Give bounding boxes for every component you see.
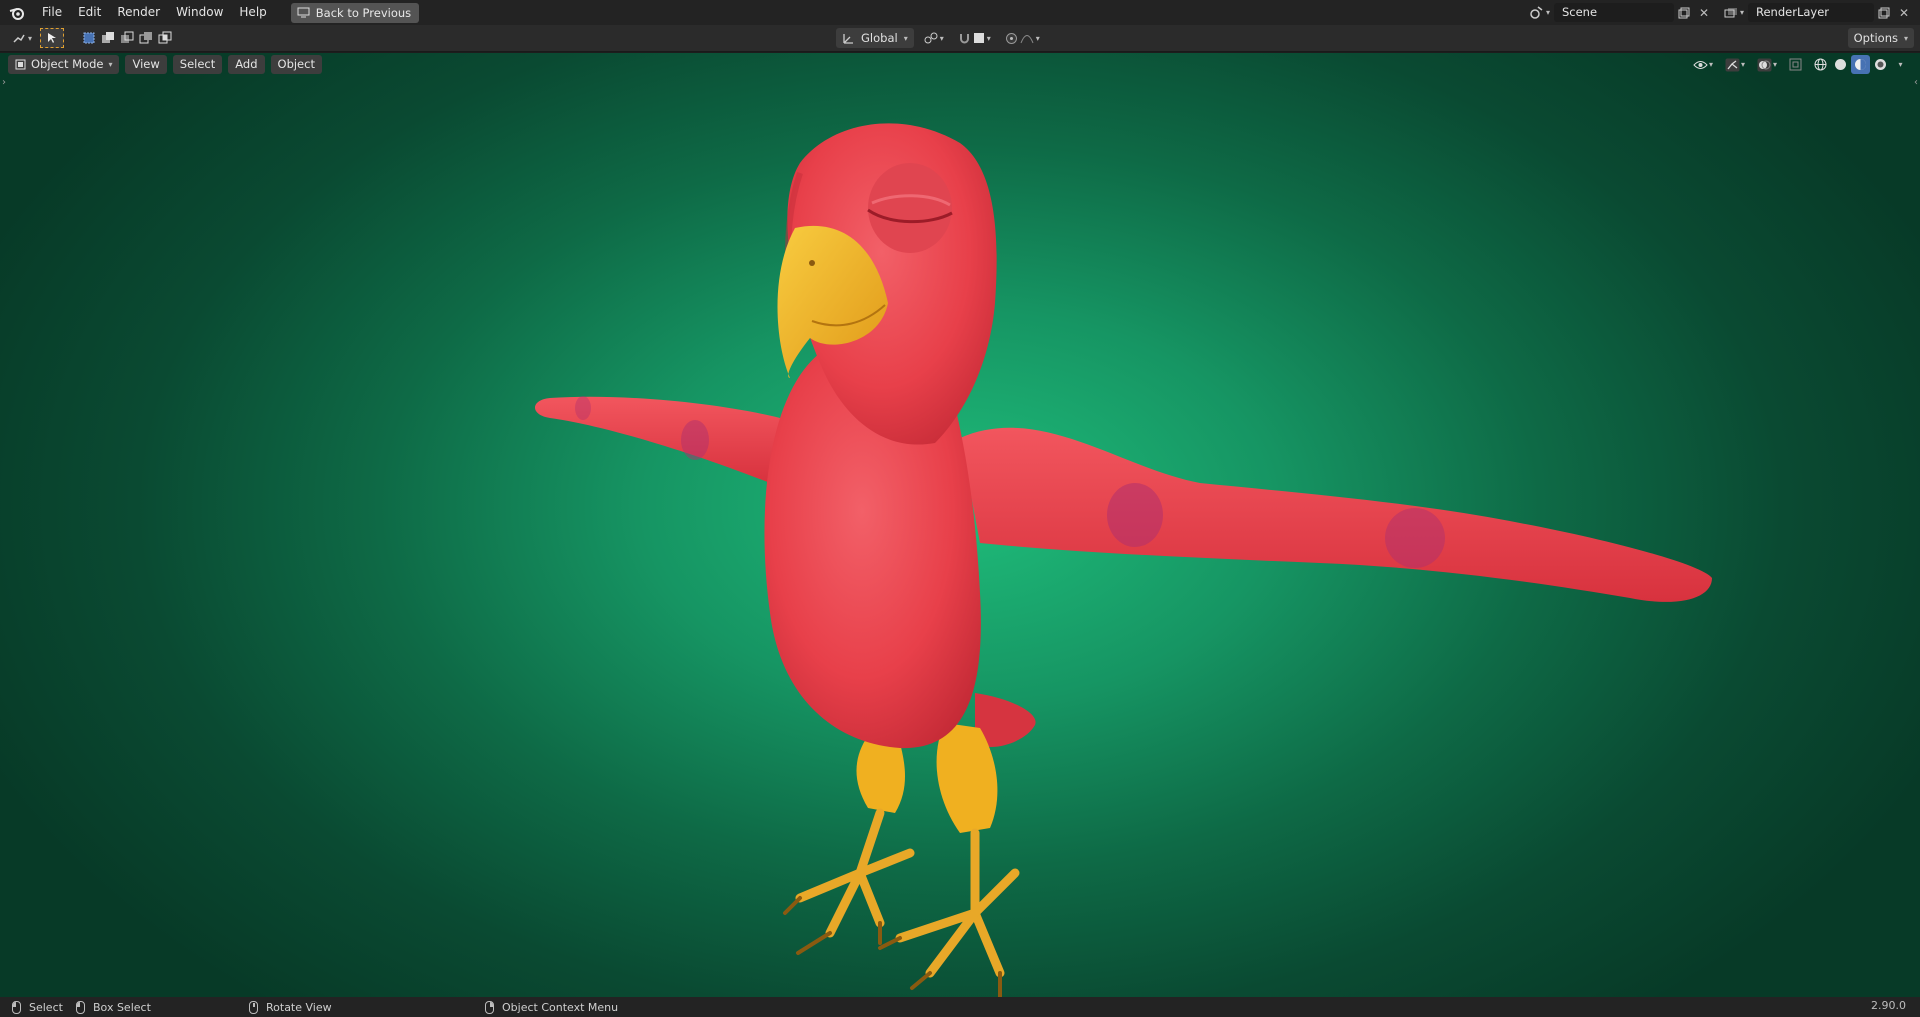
- editor-type-dropdown[interactable]: ▾: [8, 28, 36, 48]
- select-intersect-mode-icon[interactable]: [156, 28, 174, 48]
- status-rotate-view-hint: Rotate View: [249, 999, 332, 1015]
- overlays-toggle[interactable]: ▾: [1754, 55, 1780, 74]
- render-layer-field[interactable]: RenderLayer: [1748, 3, 1874, 22]
- render-layer-icon: [1724, 7, 1737, 17]
- xray-icon: [1789, 58, 1802, 71]
- select-tool-button[interactable]: [40, 28, 65, 48]
- options-label: Options: [1853, 31, 1898, 45]
- chevron-down-icon: ▾: [986, 33, 991, 43]
- right-mouse-icon: [485, 1000, 494, 1014]
- object-mode-dropdown[interactable]: Object Mode ▾: [8, 55, 120, 74]
- status-bar: Select Box Select Rotate View Object Con…: [0, 997, 1920, 1017]
- chevron-down-icon: ▾: [1708, 60, 1713, 69]
- chevron-down-icon: ▾: [939, 33, 944, 43]
- right-wing: [960, 427, 1712, 602]
- new-view-layer-icon[interactable]: [1874, 3, 1894, 22]
- status-context-menu-label: Object Context Menu: [502, 1000, 619, 1014]
- options-dropdown[interactable]: Options ▾: [1847, 28, 1914, 48]
- back-to-previous-label: Back to Previous: [315, 5, 412, 20]
- new-scene-icon[interactable]: [1674, 3, 1694, 22]
- cursor-arrow-icon: [48, 33, 57, 43]
- menu-select[interactable]: Select: [172, 55, 223, 74]
- blender-logo-icon[interactable]: [0, 0, 34, 25]
- gizmo-toggle[interactable]: ▾: [1722, 55, 1748, 74]
- falloff-icon: [1020, 35, 1034, 44]
- top-bar: File Edit Render Window Help Back to Pre…: [0, 0, 1920, 25]
- menu-file[interactable]: File: [34, 0, 70, 25]
- proportional-editing-toggle[interactable]: ▾: [1001, 28, 1044, 48]
- 3d-viewport[interactable]: › ‹ Object Mode ▾ View Select Add Object…: [0, 53, 1920, 997]
- chevron-down-icon: ▾: [1035, 33, 1040, 43]
- menu-edit[interactable]: Edit: [70, 0, 109, 25]
- chevron-down-icon: ▾: [1772, 60, 1777, 69]
- parrot-model[interactable]: [0, 53, 1920, 997]
- xray-toggle[interactable]: [1786, 55, 1805, 74]
- chevron-down-icon: ▾: [903, 33, 908, 43]
- version-label: 2.90.0: [1871, 999, 1906, 1012]
- select-new-mode-icon[interactable]: [80, 28, 98, 48]
- select-extend-mode-icon[interactable]: [99, 28, 117, 48]
- chevron-down-icon: ▾: [1740, 60, 1745, 69]
- material-preview-shading-icon[interactable]: [1851, 55, 1870, 74]
- status-box-select-hint: Box Select: [76, 999, 151, 1015]
- select-subtract-mode-icon[interactable]: [118, 28, 136, 48]
- transform-orientation-label: Global: [861, 31, 898, 45]
- tool-settings-header: ▾ Global ▾ ▾ ▾ ▾ Options ▾: [0, 25, 1920, 52]
- status-rotate-view-label: Rotate View: [266, 1000, 332, 1014]
- chevron-down-icon: ▾: [108, 60, 113, 69]
- left-mouse-icon: [12, 1000, 21, 1014]
- snap-increment-icon: [973, 33, 984, 43]
- status-select-hint: Select: [12, 999, 63, 1015]
- orientation-icon: [843, 33, 853, 44]
- status-box-select-label: Box Select: [93, 1000, 151, 1014]
- chevron-down-icon: ▾: [1903, 33, 1908, 43]
- menu-help[interactable]: Help: [231, 0, 274, 25]
- menu-view[interactable]: View: [125, 55, 167, 74]
- back-to-previous-button[interactable]: Back to Previous: [290, 2, 420, 23]
- shading-options-dropdown[interactable]: ▾: [1891, 55, 1910, 74]
- chevron-down-icon: ▾: [1545, 8, 1550, 17]
- pivot-icon: [924, 32, 938, 44]
- visibility-dropdown[interactable]: ▾: [1690, 55, 1716, 74]
- eye-icon: [1693, 60, 1708, 69]
- object-mode-label: Object Mode: [31, 57, 104, 71]
- snap-toggle[interactable]: ▾: [954, 28, 995, 48]
- chevron-down-icon: ▾: [1898, 60, 1903, 69]
- proportional-editing-icon: [1005, 32, 1017, 44]
- pivot-point-dropdown[interactable]: ▾: [920, 28, 948, 48]
- left-mouse-drag-icon: [76, 1000, 85, 1014]
- menu-render[interactable]: Render: [109, 0, 168, 25]
- editor-type-icon: [13, 34, 25, 43]
- overlays-icon: [1757, 58, 1772, 71]
- delete-scene-icon[interactable]: ✕: [1694, 3, 1714, 22]
- status-select-label: Select: [29, 1000, 63, 1014]
- solid-shading-icon[interactable]: [1831, 55, 1850, 74]
- wireframe-shading-icon[interactable]: [1811, 55, 1830, 74]
- menu-window[interactable]: Window: [168, 0, 231, 25]
- delete-view-layer-icon[interactable]: ✕: [1894, 3, 1914, 22]
- magnet-icon: [959, 33, 969, 43]
- select-invert-mode-icon[interactable]: [137, 28, 155, 48]
- menu-object[interactable]: Object: [270, 55, 322, 74]
- left-wing: [535, 396, 780, 483]
- screen-icon: [297, 7, 310, 18]
- transform-orientation-dropdown[interactable]: Global ▾: [836, 28, 914, 48]
- status-context-menu-hint: Object Context Menu: [485, 999, 618, 1015]
- chevron-down-icon: ▾: [28, 33, 33, 43]
- scene-name-field[interactable]: Scene: [1553, 3, 1674, 22]
- scene-icon: [1530, 6, 1543, 19]
- menu-add[interactable]: Add: [228, 55, 265, 74]
- middle-mouse-icon: [249, 1000, 258, 1014]
- view-layer-selector-dropdown[interactable]: ▾: [1720, 3, 1748, 23]
- scene-selector-dropdown[interactable]: ▾: [1526, 3, 1554, 23]
- chevron-down-icon: ▾: [1739, 8, 1744, 17]
- rendered-shading-icon[interactable]: [1871, 55, 1890, 74]
- object-mode-icon: [15, 59, 26, 70]
- eye: [868, 163, 952, 253]
- gizmo-icon: [1725, 58, 1740, 71]
